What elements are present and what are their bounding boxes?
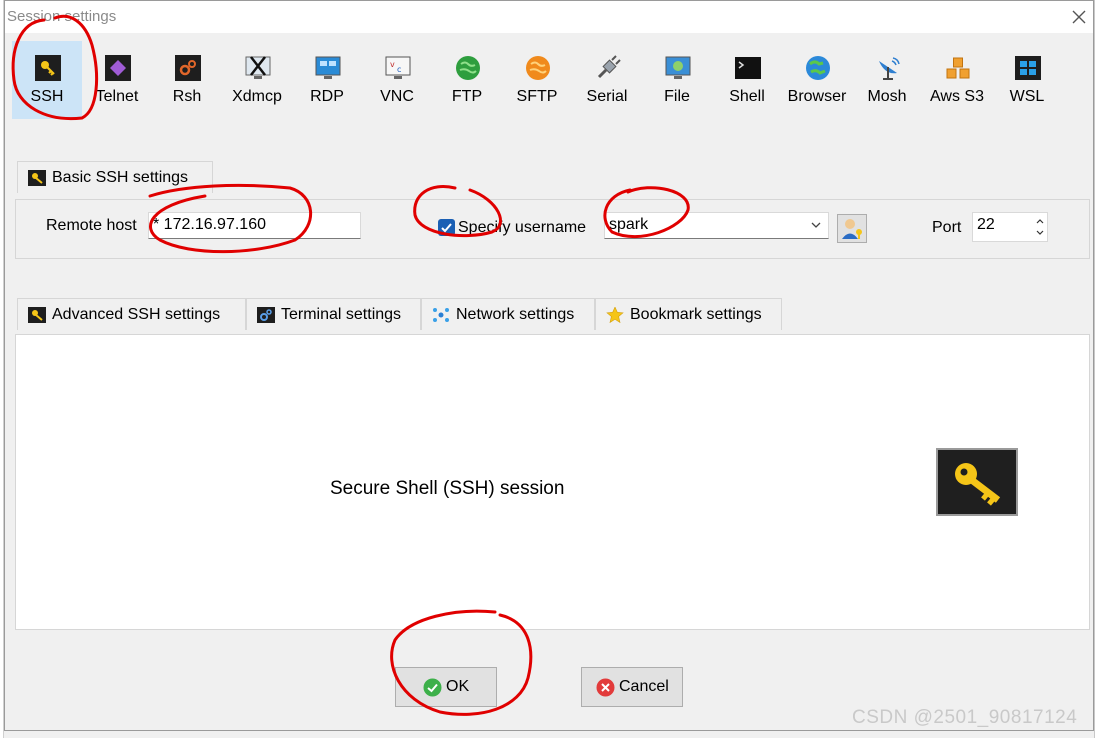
cancel-button[interactable]: Cancel [581, 667, 683, 707]
session-description: Secure Shell (SSH) session [330, 478, 565, 499]
user-key-icon [842, 219, 862, 239]
satellite-icon [879, 57, 900, 80]
key-icon [28, 170, 46, 186]
port-spinner[interactable]: 22 [972, 212, 1048, 242]
username-combobox[interactable]: spark [604, 212, 829, 239]
tab-label: Basic SSH settings [52, 169, 189, 186]
title-bar: Session settings [5, 1, 1093, 33]
protocol-label: Rsh [172, 88, 202, 105]
sftp-globe-icon [526, 56, 550, 80]
file-monitor-icon [665, 56, 691, 79]
aws-cubes-icon [946, 57, 970, 79]
checkmark-icon [441, 223, 452, 233]
rsh-icon [175, 55, 201, 81]
session-settings-dialog: Session settings SSH Telnet Rsh Xdmcp RD… [4, 0, 1094, 731]
protocol-rsh-button[interactable]: Rsh [152, 41, 222, 119]
user-credentials-button[interactable] [837, 214, 867, 243]
remote-host-input[interactable]: * 172.16.97.160 [148, 212, 361, 239]
protocol-label: FTP [451, 88, 483, 105]
protocol-aws-s3-button[interactable]: Aws S3 [922, 41, 992, 119]
protocol-browser-button[interactable]: Browser [782, 41, 852, 119]
browser-globe-icon [806, 56, 830, 80]
large-key-icon [936, 448, 1018, 516]
vnc-icon: v c [385, 56, 411, 79]
protocol-label: File [664, 88, 690, 105]
protocol-label: Browser [787, 88, 847, 105]
port-label: Port [932, 219, 962, 236]
cancel-circle-icon [596, 678, 615, 697]
check-circle-icon [423, 678, 442, 697]
protocol-label: Telnet [95, 88, 139, 105]
tab-label: Advanced SSH settings [52, 306, 221, 323]
key-icon [28, 307, 46, 323]
tab-label: Bookmark settings [630, 306, 762, 323]
window-title: Session settings [7, 8, 117, 25]
protocol-label: Shell [729, 88, 765, 105]
cancel-label: Cancel [619, 678, 669, 695]
tab-network-settings[interactable]: Network settings [421, 298, 595, 330]
network-icon [433, 308, 449, 322]
protocol-label: WSL [1009, 88, 1045, 105]
windows-icon [1015, 56, 1041, 80]
protocol-label: RDP [310, 88, 344, 105]
specify-username-checkbox[interactable] [438, 219, 455, 236]
protocol-label: Xdmcp [232, 88, 282, 105]
remote-host-label: Remote host [46, 217, 137, 234]
protocol-label: VNC [380, 88, 414, 105]
star-icon [606, 307, 624, 323]
tab-bookmark-settings[interactable]: Bookmark settings [595, 298, 782, 330]
basic-settings-panel: Remote host * 172.16.97.160 Specify user… [15, 199, 1090, 259]
protocol-ssh-button[interactable]: SSH [12, 41, 82, 119]
protocol-sftp-button[interactable]: SFTP [502, 41, 572, 119]
tab-basic-ssh-settings[interactable]: Basic SSH settings [17, 161, 213, 193]
close-button[interactable] [1065, 3, 1093, 31]
chevron-down-icon [811, 222, 821, 228]
screenshot-frame: Session settings SSH Telnet Rsh Xdmcp RD… [0, 0, 1106, 738]
tab-label: Terminal settings [281, 306, 402, 323]
protocol-shell-button[interactable]: Shell [712, 41, 782, 119]
protocol-label: SFTP [516, 88, 558, 105]
background-window-edge [1094, 0, 1106, 738]
protocol-label: Serial [586, 88, 628, 105]
spinner-arrows-icon [1036, 219, 1044, 235]
xdmcp-icon [245, 56, 271, 79]
username-value: spark [609, 216, 649, 233]
ok-button[interactable]: OK [395, 667, 497, 707]
protocol-file-button[interactable]: File [642, 41, 712, 119]
terminal-icon [735, 57, 761, 79]
port-value: 22 [977, 216, 995, 233]
protocol-vnc-button[interactable]: v c VNC [362, 41, 432, 119]
ftp-globe-icon [456, 56, 480, 80]
svg-text:v: v [390, 60, 395, 69]
protocol-label: Mosh [867, 88, 907, 105]
telnet-icon [105, 55, 131, 81]
session-description-panel: Secure Shell (SSH) session [15, 334, 1090, 630]
tab-label: Network settings [456, 306, 575, 323]
key-icon [955, 463, 1001, 506]
protocol-wsl-button[interactable]: WSL [992, 41, 1062, 119]
protocol-serial-button[interactable]: Serial [572, 41, 642, 119]
key-icon [35, 55, 61, 81]
tab-terminal-settings[interactable]: Terminal settings [246, 298, 421, 330]
ok-label: OK [446, 678, 470, 695]
protocol-mosh-button[interactable]: Mosh [852, 41, 922, 119]
protocol-label: Aws S3 [930, 88, 984, 105]
close-icon [1072, 10, 1086, 24]
protocol-telnet-button[interactable]: Telnet [82, 41, 152, 119]
serial-plug-icon [597, 55, 621, 79]
protocol-label: SSH [30, 88, 64, 105]
protocol-rdp-button[interactable]: RDP [292, 41, 362, 119]
specify-username-label: Specify username [458, 219, 587, 236]
tab-advanced-ssh-settings[interactable]: Advanced SSH settings [17, 298, 246, 330]
terminal-gear-icon [257, 307, 275, 323]
svg-text:c: c [397, 65, 401, 74]
watermark-text: CSDN @2501_90817124 [852, 707, 1078, 728]
protocol-xdmcp-button[interactable]: Xdmcp [222, 41, 292, 119]
rdp-monitor-icon [315, 56, 341, 79]
protocol-ftp-button[interactable]: FTP [432, 41, 502, 119]
